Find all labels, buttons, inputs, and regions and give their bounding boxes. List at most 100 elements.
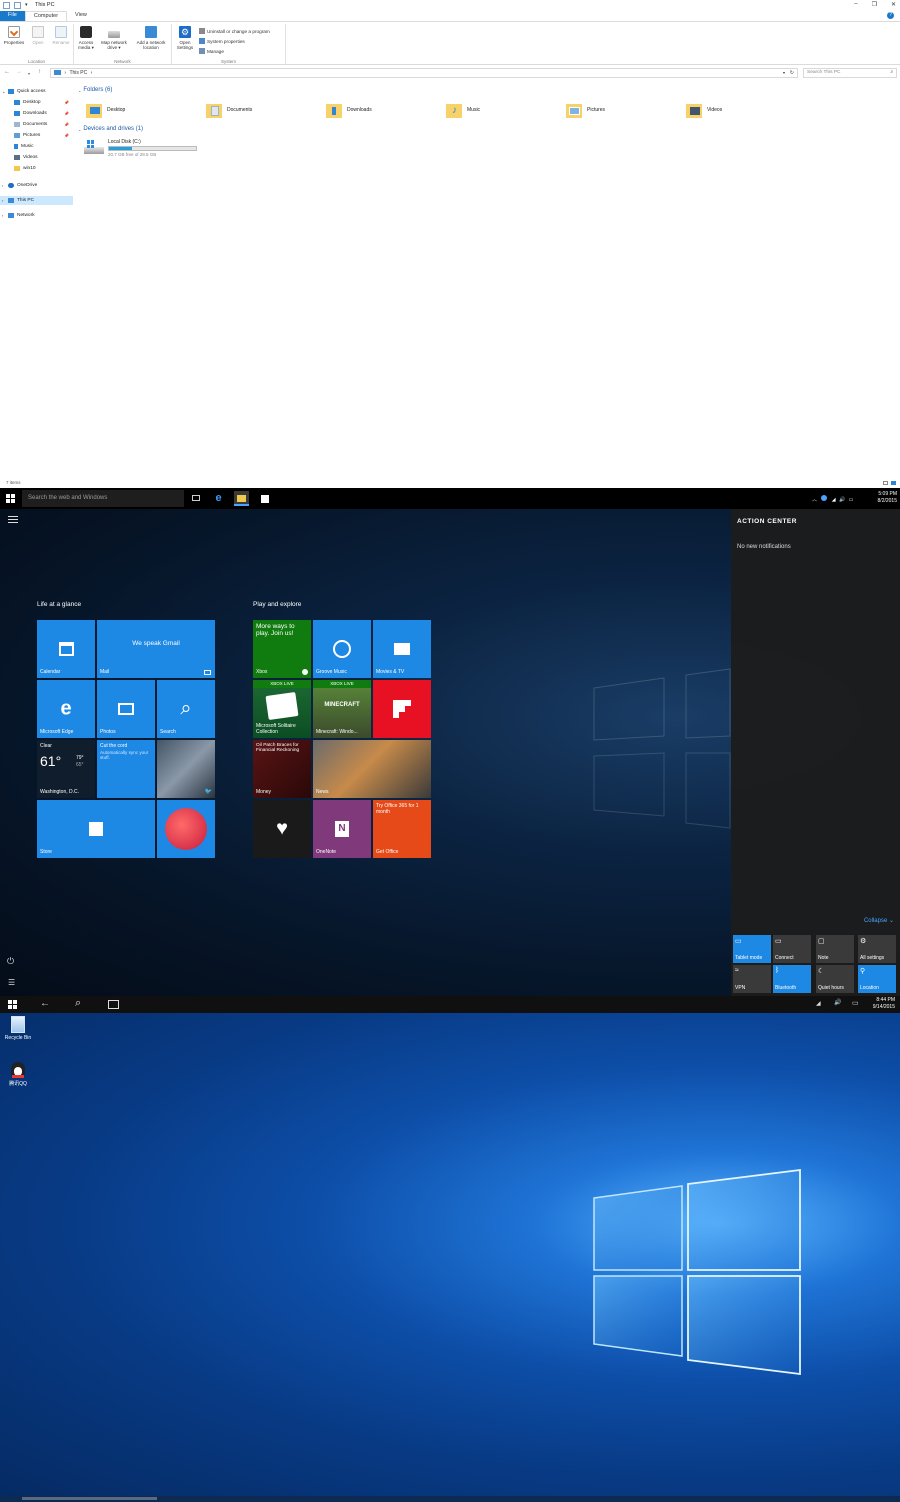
search-icon[interactable]: ⌕ xyxy=(75,997,81,1010)
tile-get-office[interactable]: Try Office 365 for 1 month Get Office xyxy=(373,800,431,858)
tile-onenote[interactable]: N OneNote xyxy=(313,800,371,858)
folders-section-heading[interactable]: ⌄ Folders (6) xyxy=(78,87,116,93)
address-box[interactable]: › This PC › ▾ ↻ xyxy=(50,68,798,78)
manage-button[interactable]: Manage xyxy=(199,48,224,54)
quick-action-tablet-mode[interactable]: ▭ Tablet mode xyxy=(733,935,771,963)
tile-search[interactable]: ⌕ Search xyxy=(157,680,215,738)
taskbar-clock[interactable]: 5:09 PM 8/2/2015 xyxy=(878,491,897,505)
tile-mail[interactable]: We speak Gmail Mail xyxy=(97,620,215,678)
quick-action-bluetooth[interactable]: ᛒ Bluetooth xyxy=(773,965,811,993)
tile-candy-crush[interactable] xyxy=(157,800,215,858)
volume-tray-icon[interactable]: 🔊 xyxy=(834,999,841,1006)
nav-onedrive[interactable]: › OneDrive xyxy=(0,181,73,190)
close-button[interactable]: ✕ xyxy=(891,1,896,8)
network-tray-icon[interactable]: ◢ xyxy=(832,497,836,503)
system-properties-button[interactable]: System properties xyxy=(199,38,245,44)
volume-tray-icon[interactable]: 🔊 xyxy=(839,497,845,503)
tile-twitter[interactable]: 🐦 xyxy=(157,740,215,798)
map-network-drive-button[interactable]: Map network drive ▾ xyxy=(97,26,131,50)
tile-news[interactable]: News xyxy=(313,740,431,798)
open-settings-button[interactable]: ⚙ Open Settings xyxy=(174,26,196,50)
quick-action-vpn[interactable]: ≈ VPN xyxy=(733,965,771,993)
nav-win10[interactable]: win10 xyxy=(0,164,73,173)
properties-qat-icon[interactable] xyxy=(3,1,10,9)
show-hidden-icons-icon[interactable]: ︿ xyxy=(812,497,817,503)
collapse-button[interactable]: Collapse ⌄ xyxy=(864,917,894,924)
tile-money[interactable]: Oil Patch Braces for Financial Reckoning… xyxy=(253,740,311,798)
quick-action-note[interactable]: ▢ Note xyxy=(816,935,854,963)
details-view-icon[interactable] xyxy=(883,481,888,485)
tile-movies-tv[interactable]: Movies & TV xyxy=(373,620,431,678)
notifications-tray-icon[interactable]: ▭ xyxy=(849,497,854,503)
large-icons-view-icon[interactable] xyxy=(891,481,896,485)
nav-music[interactable]: Music xyxy=(0,142,73,151)
notifications-tray-icon[interactable]: ▭ xyxy=(852,999,859,1007)
folder-music[interactable]: ♪ Music xyxy=(446,102,480,118)
tile-groove-music[interactable]: Groove Music xyxy=(313,620,371,678)
expand-chevron-icon[interactable]: ⌄ xyxy=(0,89,8,94)
tab-file[interactable]: File xyxy=(0,11,25,21)
file-explorer-taskbar-icon[interactable] xyxy=(234,491,249,506)
tile-solitaire[interactable]: XBOX LIVE Microsoft Solitaire Collection xyxy=(253,680,311,738)
new-folder-qat-icon[interactable] xyxy=(14,1,21,9)
back-button[interactable]: ← xyxy=(4,69,10,75)
folder-documents[interactable]: Documents xyxy=(206,102,252,118)
customize-qat-icon[interactable]: ▾ xyxy=(25,2,29,9)
tile-cortana[interactable]: Cut the cord Automatically sync your stu… xyxy=(97,740,155,798)
start-button[interactable] xyxy=(6,494,16,504)
nav-network[interactable]: › Network xyxy=(0,211,73,220)
nav-videos[interactable]: Videos xyxy=(0,153,73,162)
add-network-location-button[interactable]: Add a network location xyxy=(132,26,170,50)
expand-chevron-icon[interactable]: › xyxy=(0,213,8,218)
start-button[interactable] xyxy=(8,1000,18,1010)
tile-calendar[interactable]: Calendar xyxy=(37,620,95,678)
maximize-button[interactable]: ❐ xyxy=(872,1,877,8)
expand-chevron-icon[interactable]: › xyxy=(0,198,8,203)
folder-desktop[interactable]: Desktop xyxy=(86,102,125,118)
minimize-button[interactable]: – xyxy=(854,1,857,8)
quick-action-quiet-hours[interactable]: ☾ Quiet hours xyxy=(816,965,854,993)
search-input[interactable]: Search This PC ⌕ xyxy=(803,68,897,78)
tile-store[interactable]: Store xyxy=(37,800,155,858)
breadcrumb-this-pc[interactable]: This PC xyxy=(69,70,87,76)
tab-view[interactable]: View xyxy=(67,11,95,21)
tile-microsoft-edge[interactable]: e Microsoft Edge xyxy=(37,680,95,738)
help-icon[interactable]: ? xyxy=(887,12,894,19)
tile-minecraft[interactable]: XBOX LIVE MINECRAFT Minecraft: Windo... xyxy=(313,680,371,738)
nav-downloads[interactable]: Downloads 📌 xyxy=(0,109,73,118)
desktop-icon-recycle-bin[interactable]: Recycle Bin xyxy=(3,1016,33,1041)
back-arrow-icon[interactable]: ← xyxy=(40,998,50,1009)
tile-iheartradio[interactable]: ♥ xyxy=(253,800,311,858)
task-view-icon[interactable] xyxy=(108,1000,119,1009)
recent-locations-button[interactable]: ▾ xyxy=(28,71,30,76)
folder-downloads[interactable]: Downloads xyxy=(326,102,372,118)
drive-local-disk-c[interactable]: Local Disk (C:) 20.7 GB free of 28.5 GB xyxy=(84,139,197,157)
hamburger-menu-icon[interactable] xyxy=(8,516,18,523)
uninstall-program-button[interactable]: Uninstall or change a program xyxy=(199,28,270,34)
forward-button[interactable]: → xyxy=(16,69,22,75)
task-view-button[interactable] xyxy=(188,491,203,506)
all-apps-icon[interactable]: ☰ xyxy=(8,978,15,987)
onedrive-tray-icon[interactable] xyxy=(821,495,828,501)
edge-taskbar-icon[interactable]: e xyxy=(211,491,226,506)
quick-action-all-settings[interactable]: ⚙ All settings xyxy=(858,935,896,963)
network-tray-icon[interactable]: ◢ xyxy=(816,1000,821,1007)
expand-chevron-icon[interactable]: › xyxy=(0,183,8,188)
tab-computer[interactable]: Computer xyxy=(24,11,68,21)
nav-this-pc[interactable]: › This PC xyxy=(0,196,73,205)
folder-videos[interactable]: Videos xyxy=(686,102,722,118)
store-taskbar-icon[interactable] xyxy=(257,491,272,506)
tile-weather[interactable]: Clear 61° 79° 65° Washington, D.C. xyxy=(37,740,95,798)
desktop-icon-qq[interactable]: 腾讯QQ xyxy=(3,1062,33,1087)
properties-button[interactable]: Properties xyxy=(3,26,25,45)
nav-quick-access[interactable]: ⌄ Quick access xyxy=(0,87,73,96)
open-button[interactable]: Open xyxy=(28,26,48,45)
address-dropdown-icon[interactable]: ▾ xyxy=(783,69,785,77)
access-media-button[interactable]: Access media ▾ xyxy=(76,26,96,50)
quick-action-location[interactable]: ⚲ Location xyxy=(858,965,896,993)
nav-desktop[interactable]: Desktop 📌 xyxy=(0,98,73,107)
devices-section-heading[interactable]: ⌄ Devices and drives (1) xyxy=(78,126,147,132)
quick-action-connect[interactable]: ▭ Connect xyxy=(773,935,811,963)
taskbar-clock[interactable]: 8:44 PM 9/14/2015 xyxy=(873,997,895,1011)
rename-button[interactable]: Rename xyxy=(50,26,72,45)
